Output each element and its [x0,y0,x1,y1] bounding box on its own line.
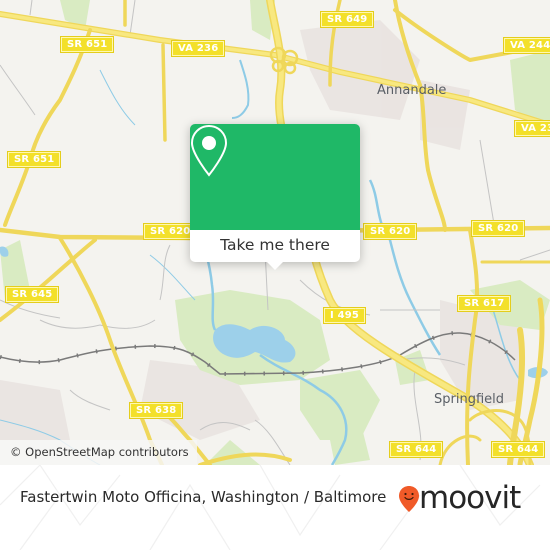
road-shield: SR 644 [388,441,444,458]
road-shield: SR 620 [470,220,526,237]
road-shield: SR 649 [319,11,375,28]
map-pin-icon [190,124,228,177]
footer-bar: Fastertwin Moto Officina, Washington / B… [0,465,550,550]
road-shield: SR 638 [128,402,184,419]
place-label-springfield: Springfield [434,392,505,407]
moovit-logo[interactable]: moovit [398,479,538,519]
moovit-wordmark: moovit [419,480,521,516]
moovit-pin-icon [399,486,419,512]
road-shield: VA 236 [513,120,550,137]
road-shield: SR 644 [490,441,546,458]
road-shield: SR 620 [362,223,418,240]
road-shield: SR 645 [4,286,60,303]
map-attribution[interactable]: © OpenStreetMap contributors [0,440,197,465]
popup-header [190,124,360,230]
place-label-annandale: Annandale [377,83,447,98]
location-title: Fastertwin Moto Officina, Washington / B… [20,488,387,506]
road-shield: SR 620 [142,223,198,240]
road-shield: VA 236 [170,40,226,57]
map-view[interactable]: SR 651 VA 236 SR 649 VA 244 SR 651 VA 23… [0,0,550,465]
take-me-there-button[interactable]: Take me there [190,230,360,262]
road-shield: VA 244 [502,37,550,54]
location-popup[interactable]: Take me there [190,124,360,270]
popup-pointer [266,261,284,270]
road-shield: SR 651 [6,151,62,168]
road-shield: SR 651 [59,36,115,53]
road-shield: SR 617 [456,295,512,312]
road-shield: I 495 [322,307,367,324]
